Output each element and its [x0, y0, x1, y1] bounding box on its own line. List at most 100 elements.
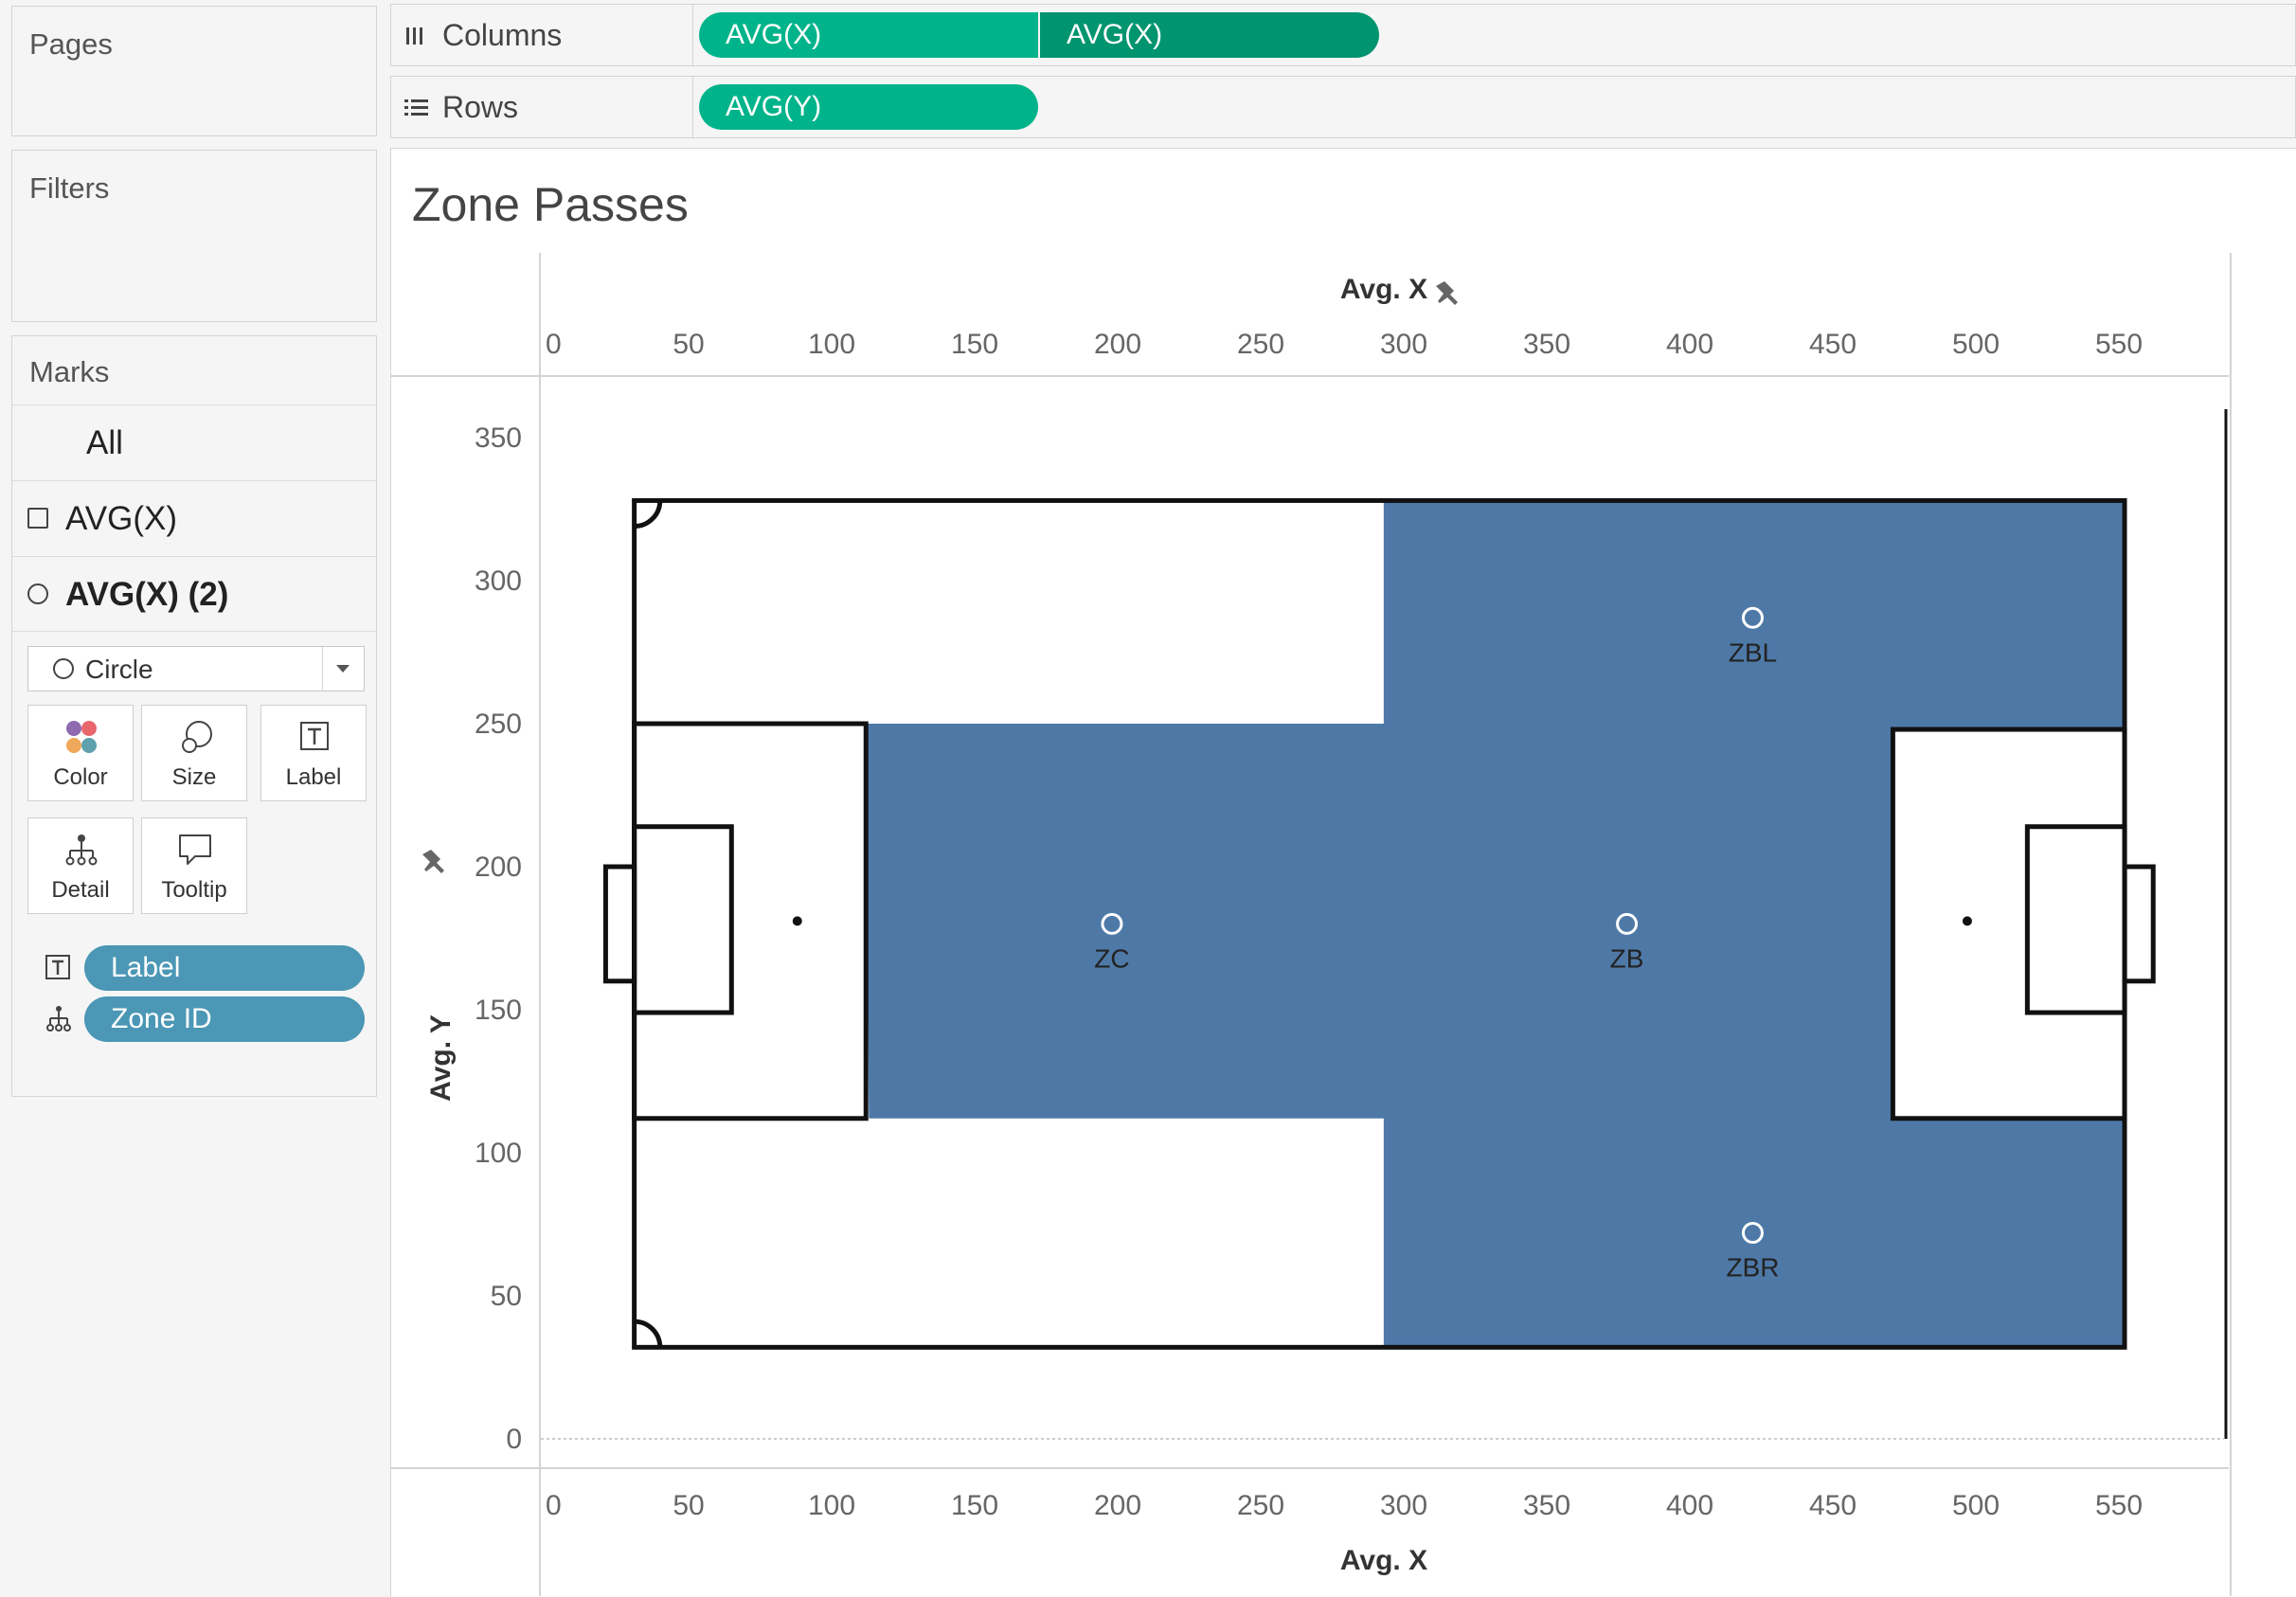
goal-left: [602, 864, 637, 984]
x-tick-label-top: 500: [1952, 329, 2000, 360]
point-label: ZB: [1610, 943, 1644, 973]
x-tick-label-bottom: 300: [1380, 1490, 1427, 1521]
x-tick-label-top: 100: [808, 329, 855, 360]
circle-mark-icon: [27, 583, 48, 604]
penalty-area-right: [1890, 727, 2127, 1121]
y-axis-title: Avg. Y: [425, 1014, 457, 1102]
detail-card-label: Detail: [51, 877, 110, 903]
x-tick-label-bottom: 400: [1666, 1490, 1713, 1521]
x-tick-label-bottom: 50: [673, 1490, 704, 1521]
detail-card[interactable]: Detail: [27, 817, 134, 914]
penalty-spot-right: [1962, 916, 1972, 926]
mark-type-dropdown[interactable]: Circle: [27, 646, 365, 691]
detail-icon: [46, 1006, 71, 1032]
y-tick-label: 350: [475, 422, 522, 454]
x-tick-label-top: 400: [1666, 329, 1713, 360]
x-tick-label-top: 0: [546, 329, 562, 360]
point-label: ZBR: [1726, 1253, 1779, 1283]
x-tick-label-top: 550: [2095, 329, 2143, 360]
rows-shelf[interactable]: Rows AVG(Y): [390, 76, 2296, 138]
y-tick-label: 50: [491, 1281, 522, 1312]
marks-item-avg-x-2[interactable]: AVG(X) (2): [12, 556, 376, 632]
x-tick-label-bottom: 450: [1809, 1490, 1857, 1521]
y-tick-label: 200: [475, 852, 522, 883]
goal-right: [2122, 864, 2156, 984]
label-card[interactable]: Label: [260, 705, 367, 801]
goal-box-right: [2024, 824, 2127, 1015]
size-icon: [182, 721, 212, 753]
x-axis-title-top: Avg. X: [1340, 274, 1427, 305]
x-tick-label-top: 50: [673, 329, 704, 360]
zone-id-field-pill[interactable]: Zone ID: [84, 996, 365, 1042]
zone-area: [866, 500, 2126, 1348]
x-tick-label-top: 150: [951, 329, 998, 360]
y-tick-label: 100: [475, 1138, 522, 1169]
chevron-down-icon: [336, 665, 350, 673]
x-tick-label-bottom: 250: [1237, 1490, 1284, 1521]
pages-panel[interactable]: Pages: [11, 6, 377, 136]
detail-icon: [65, 834, 98, 866]
marks-panel: Marks All AVG(X) AVG(X) (2) Circle Color…: [11, 335, 377, 1097]
columns-icon: [406, 24, 425, 46]
rows-pill-avg-y[interactable]: AVG(Y): [699, 84, 1038, 130]
x-tick-label-bottom: 150: [951, 1490, 998, 1521]
marks-item-label: AVG(X) (2): [65, 576, 229, 613]
y-tick-label: 0: [506, 1424, 522, 1455]
y-tick-label: 150: [475, 995, 522, 1026]
x-tick-label-bottom: 100: [808, 1490, 855, 1521]
rows-icon: [404, 99, 428, 116]
point-label: ZBL: [1729, 637, 1777, 667]
label-field-pill[interactable]: Label: [84, 945, 365, 991]
marks-item-avg-x[interactable]: AVG(X): [12, 480, 376, 556]
marks-item-all[interactable]: All: [12, 404, 376, 480]
visualization-area[interactable]: Zone Passes ZBL ZC ZB ZBR 0 0 50 50 100 100 150 150…: [390, 148, 2296, 1597]
label-card-label: Label: [285, 764, 342, 790]
dropdown-divider: [322, 647, 323, 691]
x-tick-label-bottom: 350: [1523, 1490, 1570, 1521]
x-tick-label-top: 300: [1380, 329, 1427, 360]
corner-arc-bottom-left: [634, 1319, 663, 1348]
size-card-label: Size: [171, 764, 217, 790]
columns-drop-area[interactable]: AVG(X) AVG(X): [692, 5, 2295, 65]
goal-box-left: [632, 824, 734, 1015]
tooltip-icon: [179, 834, 211, 865]
x-tick-label-bottom: 0: [546, 1490, 562, 1521]
rows-shelf-label: Rows: [442, 90, 519, 124]
tooltip-card[interactable]: Tooltip: [141, 817, 247, 914]
x-axis-title-bottom: Avg. X: [1340, 1545, 1427, 1576]
x-tick-label-top: 450: [1809, 329, 1857, 360]
color-icon: [66, 721, 97, 753]
rows-drop-area[interactable]: AVG(Y): [692, 77, 2295, 137]
penalty-spot-left: [792, 916, 802, 926]
color-card[interactable]: Color: [27, 705, 134, 801]
y-tick-label: 300: [475, 565, 522, 597]
penalty-area-left: [632, 721, 869, 1121]
color-card-label: Color: [53, 764, 108, 790]
columns-pill-avg-x-2[interactable]: AVG(X): [1040, 12, 1379, 58]
x-tick-label-top: 350: [1523, 329, 1570, 360]
x-tick-label-bottom: 200: [1094, 1490, 1141, 1521]
columns-shelf[interactable]: Columns AVG(X) AVG(X): [390, 4, 2296, 66]
x-tick-label-top: 250: [1237, 329, 1284, 360]
pages-title: Pages: [29, 27, 113, 61]
y-tick-label: 250: [475, 709, 522, 740]
filters-panel[interactable]: Filters: [11, 150, 377, 322]
point-label: ZC: [1094, 943, 1129, 973]
automatic-mark-icon: [27, 508, 48, 529]
marks-title: Marks: [29, 355, 110, 388]
columns-pill-avg-x[interactable]: AVG(X): [699, 12, 1038, 58]
zone-passes-chart[interactable]: ZBL ZC ZB ZBR 0 0 50 50 100 100 150 150 200 200 250 250…: [391, 149, 2295, 1596]
label-icon: [45, 955, 70, 979]
label-icon: [300, 722, 329, 750]
size-card[interactable]: Size: [141, 705, 247, 801]
circle-icon: [53, 658, 74, 679]
x-tick-label-bottom: 550: [2095, 1490, 2143, 1521]
corner-arc-top-left: [634, 500, 663, 529]
marks-item-label: All: [86, 424, 123, 461]
marks-item-label: AVG(X): [65, 500, 177, 537]
mark-type-value: Circle: [85, 655, 153, 684]
x-tick-label-top: 200: [1094, 329, 1141, 360]
x-tick-label-bottom: 500: [1952, 1490, 2000, 1521]
tooltip-card-label: Tooltip: [161, 877, 227, 903]
pin-icon: [1436, 281, 1458, 305]
